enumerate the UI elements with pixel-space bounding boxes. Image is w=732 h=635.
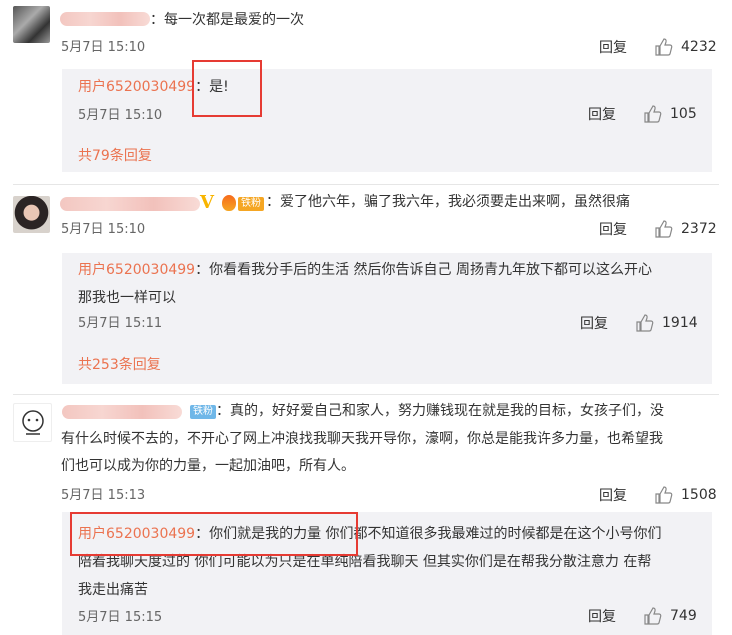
more-replies-link[interactable]: 共79条回复 (78, 147, 152, 165)
highlight-box (192, 60, 262, 117)
like-count: 1508 (681, 487, 717, 503)
like-count: 2372 (681, 221, 717, 237)
subreply-like-button[interactable]: 1914 (636, 314, 698, 332)
comment-time: 5月7日 15:10 (61, 222, 146, 237)
like-button[interactable]: 1508 (655, 486, 717, 504)
like-count: 1914 (662, 315, 698, 331)
username-blurred[interactable] (60, 197, 200, 211)
like-count: 749 (670, 608, 697, 624)
subreply-time: 5月7日 15:15 (78, 610, 163, 625)
thumbs-up-icon (644, 607, 662, 625)
comment-text-cont: 有什么时候不去的，不开心了网上冲浪找我聊天我开导你，濠啊，你总是能我许多力量，也… (61, 426, 663, 480)
like-button[interactable]: 4232 (655, 38, 717, 56)
thumbs-up-icon (644, 105, 662, 123)
comment-text: ：真的，好好爱自己和家人，努力赚钱现在就是我的目标，女孩子们，没 (216, 398, 706, 425)
flame-icon (222, 195, 236, 211)
divider (13, 394, 719, 395)
like-count: 105 (670, 106, 697, 122)
comment-text: ：每一次都是最爱的一次 (150, 12, 304, 28)
subreply-body-line3: 我走出痛苦 (78, 582, 148, 598)
like-count: 4232 (681, 39, 717, 55)
reply-button[interactable]: 回复 (599, 487, 627, 505)
reply-button[interactable]: 回复 (599, 39, 627, 57)
subreply-body-line1: ：你看看我分手后的生活 然后你告诉自己 周扬青九年放下都可以这么开心 (195, 262, 652, 278)
avatar[interactable] (13, 196, 50, 233)
subreply-reply-button[interactable]: 回复 (588, 608, 616, 626)
divider (13, 184, 719, 185)
subreply-user[interactable]: 用户6520030499 (78, 79, 195, 95)
username-blurred[interactable] (62, 405, 182, 419)
comment-time: 5月7日 15:10 (61, 40, 146, 55)
subreply-like-button[interactable]: 105 (644, 105, 697, 123)
vip-icon: V (200, 192, 214, 213)
comment-line3: 们也可以成为你的力量，一起加油吧，所有人。 (61, 458, 355, 474)
subreply-like-button[interactable]: 749 (644, 607, 697, 625)
thumbs-up-icon (655, 220, 673, 238)
subreply-user[interactable]: 用户6520030499 (78, 262, 195, 278)
subreply-body-line2: 那我也一样可以 (78, 290, 176, 306)
comment-time: 5月7日 15:13 (61, 488, 146, 503)
default-avatar-icon (21, 409, 44, 435)
username-blurred[interactable] (60, 12, 150, 26)
subreply-time: 5月7日 15:10 (78, 108, 163, 123)
subreply-reply-button[interactable]: 回复 (588, 106, 616, 124)
comment-line2: 有什么时候不去的，不开心了网上冲浪找我聊天我开导你，濠啊，你总是能我许多力量，也… (61, 431, 663, 447)
more-replies-link[interactable]: 共253条回复 (78, 356, 161, 374)
thumbs-up-icon (655, 486, 673, 504)
like-button[interactable]: 2372 (655, 220, 717, 238)
highlight-box (70, 512, 358, 556)
thumbs-up-icon (655, 38, 673, 56)
fan-badge: 铁粉 (190, 405, 216, 419)
comment-line1: ：真的，好好爱自己和家人，努力赚钱现在就是我的目标，女孩子们，没 (216, 403, 664, 419)
avatar[interactable] (13, 403, 52, 442)
avatar[interactable] (13, 6, 50, 43)
comment-text: ：爱了他六年，骗了我六年，我必须要走出来啊，虽然很痛 (266, 194, 630, 210)
subreply-reply-button[interactable]: 回复 (580, 315, 608, 333)
subreply-text: 用户6520030499：你看看我分手后的生活 然后你告诉自己 周扬青九年放下都… (78, 256, 652, 312)
subreply-time: 5月7日 15:11 (78, 316, 163, 331)
reply-button[interactable]: 回复 (599, 221, 627, 239)
fan-badge: 铁粉 (238, 197, 264, 211)
thumbs-up-icon (636, 314, 654, 332)
